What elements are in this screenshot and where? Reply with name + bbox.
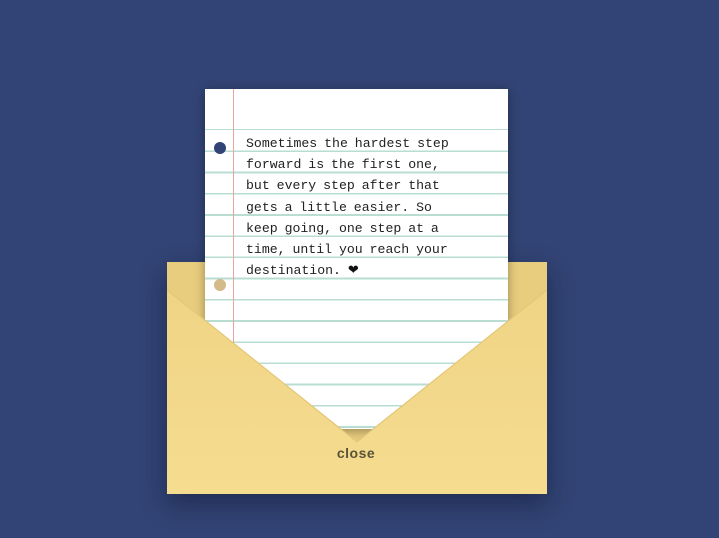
close-button[interactable]: close: [316, 443, 396, 463]
letter-line: forward is the first one,: [246, 157, 440, 173]
letter-line: Sometimes the hardest step: [246, 136, 449, 151]
letter-line: but every step after that: [246, 178, 440, 194]
letter-message: Sometimes the hardest step forward is th…: [246, 133, 486, 281]
letter-line: gets a little easier. So: [246, 199, 432, 215]
punch-hole-top: [214, 142, 226, 154]
envelope-pocket: [167, 290, 547, 494]
letter-line: time, until you reach your: [246, 242, 448, 258]
stage: Sometimes the hardest step forward is th…: [0, 0, 719, 538]
letter-header-space: [205, 89, 508, 129]
letter-line: keep going, one step at a: [246, 220, 439, 236]
